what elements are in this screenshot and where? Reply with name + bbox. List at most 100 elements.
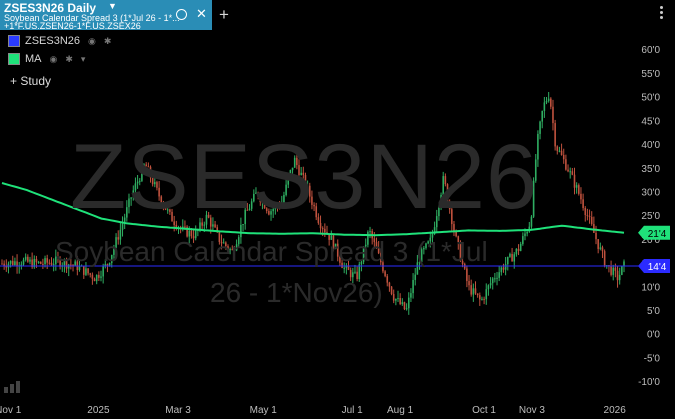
candle-body [545, 100, 548, 103]
candle-body [48, 262, 51, 264]
candle-body [50, 262, 53, 265]
ma-color-swatch[interactable] [8, 53, 20, 65]
candle-body [164, 206, 167, 210]
candle-body [541, 110, 544, 122]
add-study-button[interactable]: + Study [10, 74, 51, 88]
candle-body [597, 239, 599, 249]
candle-body [375, 242, 378, 249]
candle-body [74, 261, 76, 266]
candle-body [29, 259, 31, 262]
gear-icon[interactable]: ✱ [104, 36, 112, 47]
candle-body [205, 214, 208, 225]
y-axis-label: -10'0 [638, 377, 660, 388]
candle-body [530, 216, 533, 227]
candle-body [509, 253, 511, 257]
y-axis-label: 60'0 [641, 45, 660, 56]
candle-body [132, 190, 135, 198]
candle-body [506, 256, 509, 265]
candle-body [209, 217, 212, 227]
candle-body [616, 270, 619, 281]
candle-body [595, 232, 597, 240]
candle-body [263, 200, 266, 209]
candle-body [108, 262, 111, 266]
candle-body [285, 184, 287, 195]
last-price-label: 14'4 [648, 262, 667, 273]
candle-body [476, 293, 479, 296]
candle-body [311, 196, 313, 205]
candle-body [93, 278, 96, 282]
logo-icon [4, 381, 20, 393]
candle-body [115, 237, 117, 248]
candle-body [308, 185, 311, 197]
y-axis-label: 35'0 [641, 164, 660, 175]
candle-body [70, 264, 72, 266]
candle-body [220, 241, 223, 244]
candle-body [435, 216, 438, 228]
candle-body [466, 268, 468, 282]
symbol-color-swatch[interactable] [8, 35, 20, 47]
chevron-down-icon[interactable]: ▼ [108, 1, 117, 11]
candle-body [55, 256, 57, 265]
candle-body [222, 242, 225, 244]
candle-body [485, 289, 488, 300]
eye-icon[interactable]: ◉ [50, 54, 58, 65]
gear-icon[interactable]: ✱ [65, 54, 73, 65]
candle-body [474, 288, 477, 294]
price-chart[interactable]: 60'055'050'045'040'035'030'025'020'015'0… [0, 0, 675, 419]
candle-body [244, 209, 247, 225]
candle-body [145, 164, 148, 167]
tab-subtitle-line2: +1*F.US.ZSEN26-1*F.US.ZSEX26 [4, 21, 141, 31]
candle-body [517, 248, 520, 251]
eye-icon[interactable]: ◉ [88, 36, 96, 47]
candle-body [37, 261, 40, 263]
chart-tab[interactable]: ZSES3N26 Daily ▼ Soybean Calendar Spread… [0, 0, 212, 31]
y-axis-label: 30'0 [641, 187, 660, 198]
candle-body [588, 215, 591, 217]
candle-body [438, 206, 440, 217]
candle-body [377, 248, 380, 254]
legend-item-symbol[interactable]: ZSES3N26 ◉ ✱ [8, 34, 119, 48]
candle-body [481, 298, 483, 300]
candle-body [334, 243, 337, 250]
add-tab-button[interactable]: + [219, 5, 229, 25]
candle-body [231, 249, 234, 251]
circle-icon[interactable] [176, 9, 187, 20]
candle-body [22, 259, 25, 265]
candle-body [154, 182, 156, 185]
more-options-icon[interactable] [660, 6, 664, 21]
chevron-down-icon[interactable]: ▾ [81, 54, 86, 65]
candle-body [487, 285, 490, 290]
candle-body [478, 295, 481, 300]
candle-body [237, 237, 240, 245]
candle-body [461, 261, 464, 264]
legend-item-ma[interactable]: MA ◉ ✱ ▾ [8, 52, 93, 66]
candle-body [412, 279, 414, 294]
candle-body [586, 215, 589, 217]
candle-body [24, 256, 27, 260]
candle-body [274, 205, 277, 210]
candle-body [537, 133, 539, 160]
candle-body [618, 274, 621, 281]
candle-body [584, 208, 587, 216]
close-icon[interactable]: ✕ [196, 6, 207, 22]
ma-price-label: 21'4 [648, 229, 667, 240]
candle-body [207, 214, 210, 218]
y-axis-label: 45'0 [641, 116, 660, 127]
candle-body [265, 208, 268, 211]
candle-body [336, 243, 339, 257]
candle-body [149, 166, 152, 178]
candle-body [291, 167, 294, 171]
candle-body [565, 159, 567, 170]
candle-body [300, 172, 302, 176]
candle-body [519, 243, 522, 251]
candle-body [91, 274, 94, 279]
candle-body [339, 256, 341, 263]
candle-body [173, 221, 175, 225]
candle-body [601, 247, 604, 252]
candle-body [416, 262, 419, 275]
candle-body [429, 237, 432, 242]
candle-body [42, 263, 44, 265]
candle-body [582, 199, 584, 209]
candle-body [242, 224, 244, 226]
candle-body [494, 278, 496, 280]
